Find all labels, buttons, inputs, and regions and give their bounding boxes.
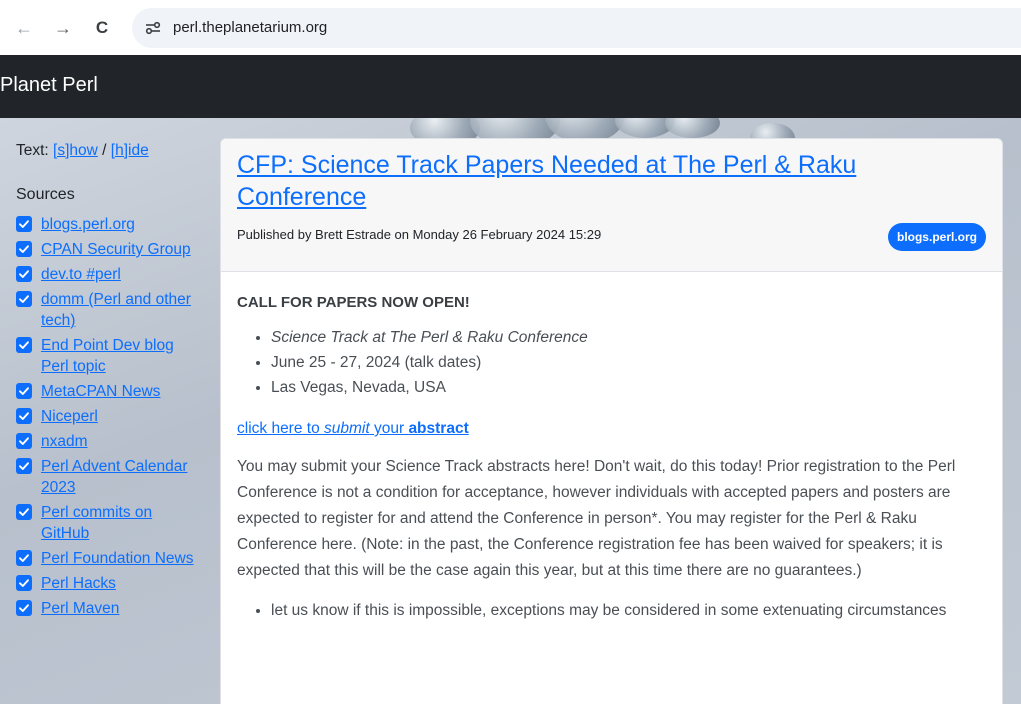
sidebar: Text: [s]how / [h]ide Sources blogs.perl…: [16, 142, 206, 623]
reload-icon[interactable]: C: [91, 17, 113, 39]
cfp-heading: CALL FOR PAPERS NOW OPEN!: [237, 294, 470, 311]
source-checkbox[interactable]: [16, 550, 32, 566]
source-checkbox[interactable]: [16, 504, 32, 520]
source-checkbox[interactable]: [16, 241, 32, 257]
checkmark-icon: [19, 554, 29, 562]
article-card: CFP: Science Track Papers Needed at The …: [220, 138, 1003, 704]
source-link[interactable]: CPAN Security Group: [41, 239, 196, 260]
site-navbar: Planet Perl: [0, 55, 1021, 118]
source-checkbox[interactable]: [16, 216, 32, 232]
source-link[interactable]: Perl Maven: [41, 598, 196, 619]
list-item: nxadm: [16, 431, 206, 452]
source-link[interactable]: blogs.perl.org: [41, 214, 196, 235]
source-link[interactable]: MetaCPAN News: [41, 381, 196, 402]
hide-text-link[interactable]: [h]ide: [111, 142, 149, 159]
list-item: Science Track at The Perl & Raku Confere…: [271, 325, 984, 350]
article-paragraph: You may submit your Science Track abstra…: [237, 458, 956, 579]
submit-link-part: submit: [324, 420, 370, 437]
checkmark-icon: [19, 462, 29, 470]
checkmark-icon: [19, 220, 29, 228]
source-checkbox[interactable]: [16, 575, 32, 591]
source-link[interactable]: dev.to #perl: [41, 264, 196, 285]
list-item: June 25 - 27, 2024 (talk dates): [271, 350, 984, 375]
back-arrow-icon[interactable]: ←: [13, 17, 35, 39]
browser-toolbar: ← → C perl.theplanetarium.org: [0, 0, 1021, 55]
url-text[interactable]: perl.theplanetarium.org: [173, 19, 327, 36]
list-item: Perl commits on GitHub: [16, 502, 206, 544]
checkmark-icon: [19, 245, 29, 253]
list-item: Niceperl: [16, 406, 206, 427]
source-checkbox[interactable]: [16, 291, 32, 307]
list-item: Perl Hacks: [16, 573, 206, 594]
list-item: End Point Dev blog Perl topic: [16, 335, 206, 377]
facts-list: Science Track at The Perl & Raku Confere…: [237, 325, 984, 400]
checkmark-icon: [19, 412, 29, 420]
submit-link-part: your: [369, 420, 409, 437]
text-toggle: Text: [s]how / [h]ide: [16, 142, 206, 160]
article-byline: Published by Brett Estrade on Monday 26 …: [237, 227, 602, 242]
source-checkbox[interactable]: [16, 337, 32, 353]
submit-link-part: click here to: [237, 420, 325, 437]
list-item: Perl Foundation News: [16, 548, 206, 569]
checkmark-icon: [19, 579, 29, 587]
decorative-sphere: [665, 118, 720, 138]
list-item: let us know if this is impossible, excep…: [271, 598, 984, 623]
source-link[interactable]: domm (Perl and other tech): [41, 289, 196, 331]
checkmark-icon: [19, 295, 29, 303]
show-text-link[interactable]: [s]how: [53, 142, 98, 159]
source-link[interactable]: End Point Dev blog Perl topic: [41, 335, 196, 377]
checkmark-icon: [19, 341, 29, 349]
text-toggle-separator: /: [97, 142, 111, 159]
source-checkbox[interactable]: [16, 458, 32, 474]
site-settings-icon[interactable]: [142, 17, 164, 39]
source-link[interactable]: nxadm: [41, 431, 196, 452]
submit-link-part: abstract: [408, 420, 469, 437]
source-link[interactable]: Perl Advent Calendar 2023: [41, 456, 196, 498]
site-title[interactable]: Planet Perl: [0, 74, 98, 97]
submit-abstract-link[interactable]: click here to submit your abstract: [237, 420, 984, 438]
source-checkbox[interactable]: [16, 408, 32, 424]
list-item: Las Vegas, Nevada, USA: [271, 375, 984, 400]
checkmark-icon: [19, 270, 29, 278]
source-checkbox[interactable]: [16, 600, 32, 616]
forward-arrow-icon[interactable]: →: [52, 17, 74, 39]
list-item: CPAN Security Group: [16, 239, 206, 260]
source-checkbox[interactable]: [16, 433, 32, 449]
address-bar[interactable]: perl.theplanetarium.org: [132, 8, 1021, 48]
source-link[interactable]: Perl Hacks: [41, 573, 196, 594]
source-link[interactable]: Niceperl: [41, 406, 196, 427]
checkmark-icon: [19, 387, 29, 395]
source-link[interactable]: Perl commits on GitHub: [41, 502, 196, 544]
article-title-link[interactable]: CFP: Science Track Papers Needed at The …: [237, 149, 937, 213]
list-item: dev.to #perl: [16, 264, 206, 285]
notes-list: let us know if this is impossible, excep…: [237, 598, 984, 623]
source-badge[interactable]: blogs.perl.org: [887, 223, 986, 251]
source-link[interactable]: Perl Foundation News: [41, 548, 196, 569]
list-item: domm (Perl and other tech): [16, 289, 206, 331]
source-checkbox[interactable]: [16, 383, 32, 399]
text-toggle-prefix: Text:: [16, 142, 54, 159]
checkmark-icon: [19, 437, 29, 445]
list-item: blogs.perl.org: [16, 214, 206, 235]
source-checkbox[interactable]: [16, 266, 32, 282]
article-body: CALL FOR PAPERS NOW OPEN! Science Track …: [221, 272, 1002, 623]
sources-heading: Sources: [16, 186, 75, 203]
article-header: CFP: Science Track Papers Needed at The …: [221, 139, 1002, 272]
checkmark-icon: [19, 508, 29, 516]
list-item: Perl Maven: [16, 598, 206, 619]
source-list: blogs.perl.org CPAN Security Group dev.to …: [16, 214, 206, 619]
list-item: Perl Advent Calendar 2023: [16, 456, 206, 498]
checkmark-icon: [19, 604, 29, 612]
list-item: MetaCPAN News: [16, 381, 206, 402]
